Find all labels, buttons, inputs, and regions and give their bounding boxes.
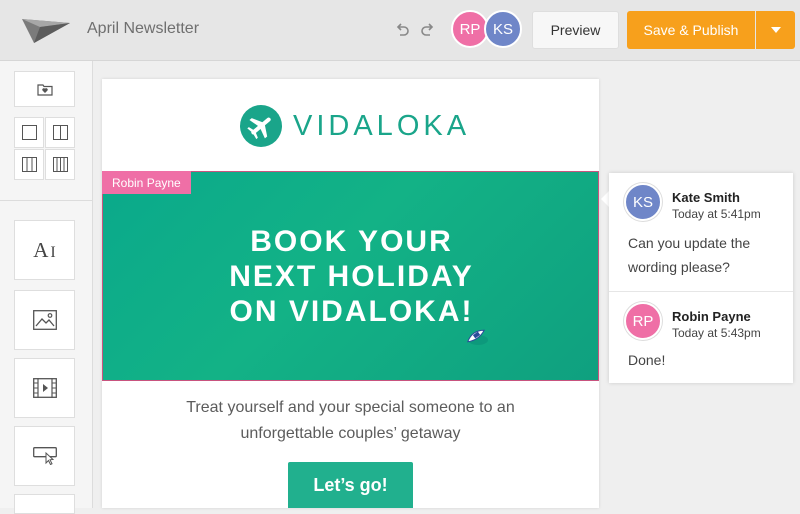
layout-2-column-button[interactable] [45,117,75,148]
layout-1-column-icon [21,125,37,140]
publish-options-button[interactable] [756,11,795,49]
layout-3-column-button[interactable] [14,149,44,180]
paper-plane-logo-icon[interactable] [20,13,72,45]
block-sidebar: AI [0,61,93,514]
body-text-line-1[interactable]: Treat yourself and your special someone … [102,399,599,417]
layout-3-column-icon [21,157,37,172]
save-publish-button[interactable]: Save & Publish [627,11,755,49]
video-block-icon [32,378,57,398]
comment-timestamp: Today at 5:41pm [672,207,761,221]
sidebar-divider [0,200,92,201]
comment-timestamp: Today at 5:43pm [672,326,761,340]
redo-icon[interactable] [419,21,437,39]
comment-text-line: wording please? [628,259,730,275]
button-block-icon [32,447,57,465]
brand-logo[interactable]: VIDALOKA [239,104,470,148]
layout-4-column-button[interactable] [45,149,75,180]
comment-text-line: Can you update the [628,235,751,251]
undo-icon[interactable] [393,21,411,39]
boat-illustration [467,329,488,345]
video-block-button[interactable] [14,358,75,418]
folder-heart-icon [36,83,53,96]
airplane-icon [240,105,282,147]
hero-banner[interactable]: BOOK YOUR NEXT HOLIDAY ON VIDALOKA! [102,171,599,381]
layout-1-column-button[interactable] [14,117,44,148]
image-block-icon [32,310,57,330]
comment-author: Robin Payne [672,309,751,324]
saved-blocks-button[interactable] [14,71,75,107]
button-block-button[interactable] [14,426,75,486]
top-bar: April Newsletter RP KS Preview Save & Pu… [0,0,800,61]
layout-4-column-icon [52,157,68,172]
comment-text-line: Done! [628,352,666,368]
body-text-line-2[interactable]: unforgettable couples’ getaway [102,425,599,443]
hero-headline-line-1: BOOK YOUR [250,225,453,258]
hero-headline-line-2: NEXT HOLIDAY [229,260,474,293]
comment-author: Kate Smith [672,190,740,205]
cta-button[interactable]: Let’s go! [288,462,413,508]
hero-headline-line-3: ON VIDALOKA! [229,295,474,328]
text-block-button[interactable]: AI [14,220,75,280]
preview-button[interactable]: Preview [532,11,619,49]
caret-down-icon [770,27,781,33]
brand-name: VIDALOKA [293,109,471,142]
layout-2-column-icon [52,125,68,140]
image-block-button[interactable] [14,290,75,350]
comment-divider [609,291,793,292]
document-title[interactable]: April Newsletter [87,20,199,38]
comment-avatar-ks: KS [624,183,662,221]
comment-avatar-rp: RP [624,302,662,340]
editing-user-tag: Robin Payne [102,171,191,194]
collaborator-avatar-ks[interactable]: KS [484,10,522,48]
text-block-icon: AI [33,237,56,262]
more-block-button[interactable] [14,494,75,514]
